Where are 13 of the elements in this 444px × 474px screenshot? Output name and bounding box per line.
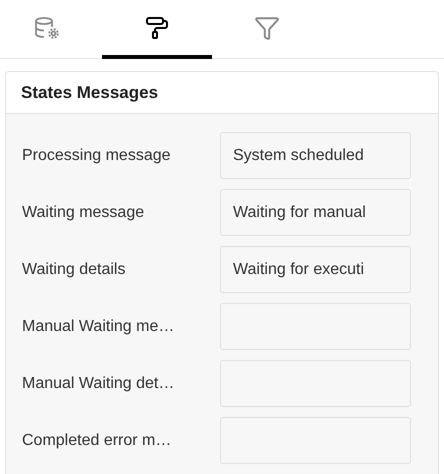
field-label: Completed error m…: [21, 430, 172, 450]
input-field[interactable]: Waiting for manual: [220, 189, 411, 236]
panel-title: States Messages: [21, 82, 158, 104]
database-gear-icon: [34, 16, 60, 40]
paint-roller-icon: [145, 16, 169, 40]
input-field[interactable]: System scheduled: [220, 132, 411, 179]
field-label: Manual Waiting det…: [21, 374, 176, 394]
field-label: Processing message: [21, 146, 172, 166]
field-label: Manual Waiting me…: [21, 316, 176, 336]
funnel-icon: [254, 14, 280, 40]
field-label: Waiting details: [21, 260, 126, 280]
field-label: Waiting message: [21, 202, 146, 222]
input-field[interactable]: Waiting for executi: [220, 246, 411, 293]
